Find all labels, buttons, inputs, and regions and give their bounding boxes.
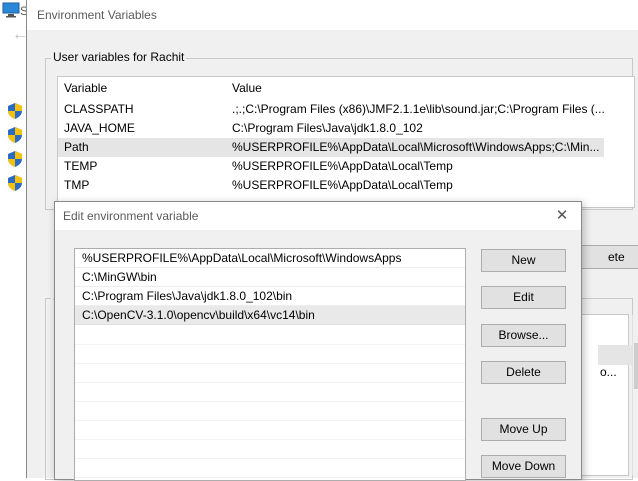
uac-shield-icon: [8, 127, 22, 143]
empty-list-row[interactable]: [75, 344, 465, 364]
user-variables-list[interactable]: Variable Value CLASSPATH .;.;C:\Program …: [57, 76, 635, 208]
system-var-value-fragment: o...: [600, 365, 617, 379]
path-entry[interactable]: %USERPROFILE%\AppData\Local\Microsoft\Wi…: [75, 249, 465, 268]
empty-list-row[interactable]: [75, 401, 465, 421]
new-button[interactable]: New: [481, 249, 566, 272]
edit-environment-variable-dialog: Edit environment variable ✕ %USERPROFILE…: [54, 201, 582, 481]
user-var-row-selected[interactable]: Path %USERPROFILE%\AppData\Local\Microso…: [58, 138, 604, 157]
column-header-value[interactable]: Value: [232, 77, 262, 99]
close-icon[interactable]: ✕: [549, 204, 575, 228]
var-value: .;.;C:\Program Files (x86)\JMF2.1.1e\lib…: [232, 102, 604, 116]
scrollbar-thumb[interactable]: [634, 343, 638, 389]
delete-button[interactable]: Delete: [481, 361, 566, 384]
move-up-button[interactable]: Move Up: [481, 418, 566, 441]
empty-list-row[interactable]: [75, 420, 465, 440]
uac-shield-icon: [8, 103, 22, 119]
system-var-row-selected[interactable]: [598, 345, 632, 365]
path-entry[interactable]: C:\MinGW\bin: [75, 268, 465, 287]
user-var-row[interactable]: JAVA_HOME C:\Program Files\Java\jdk1.8.0…: [58, 119, 604, 138]
user-var-row[interactable]: TMP %USERPROFILE%\AppData\Local\Temp: [58, 176, 604, 195]
edit-button[interactable]: Edit: [481, 286, 566, 309]
var-name: Path: [64, 140, 89, 154]
path-entries-list[interactable]: %USERPROFILE%\AppData\Local\Microsoft\Wi…: [74, 248, 466, 481]
system-list-scrollbar[interactable]: [632, 315, 638, 475]
user-var-row[interactable]: TEMP %USERPROFILE%\AppData\Local\Temp: [58, 157, 604, 176]
empty-list-row[interactable]: [75, 458, 465, 478]
column-header-variable[interactable]: Variable: [64, 77, 107, 99]
path-entry-selected[interactable]: C:\OpenCV-3.1.0\opencv\build\x64\vc14\bi…: [75, 306, 465, 325]
uac-shield-icon: [8, 175, 22, 191]
var-name: TMP: [64, 178, 90, 192]
empty-list-row[interactable]: [75, 363, 465, 383]
var-name: TEMP: [64, 159, 98, 173]
move-down-button[interactable]: Move Down: [481, 455, 566, 478]
empty-list-row[interactable]: [75, 382, 465, 402]
empty-list-row[interactable]: [75, 439, 465, 459]
uac-shield-icon: [8, 151, 22, 167]
var-value: %USERPROFILE%\AppData\Local\Microsoft\Wi…: [232, 140, 600, 154]
path-entry[interactable]: C:\Program Files\Java\jdk1.8.0_102\bin: [75, 287, 465, 306]
user-var-row[interactable]: CLASSPATH .;.;C:\Program Files (x86)\JMF…: [58, 100, 604, 119]
edit-dialog-title: Edit environment variable: [63, 209, 199, 223]
empty-list-row[interactable]: [75, 325, 465, 345]
var-name: CLASSPATH: [64, 102, 134, 116]
var-value: %USERPROFILE%\AppData\Local\Temp: [232, 178, 453, 192]
env-dialog-title: Environment Variables: [37, 8, 157, 22]
var-value: C:\Program Files\Java\jdk1.8.0_102: [232, 121, 423, 135]
user-delete-button-label: ete: [608, 250, 625, 264]
computer-icon: [2, 2, 20, 18]
user-variables-label: User variables for Rachit: [51, 50, 187, 64]
browse-button[interactable]: Browse...: [481, 324, 566, 347]
var-value: %USERPROFILE%\AppData\Local\Temp: [232, 159, 453, 173]
var-name: JAVA_HOME: [64, 121, 135, 135]
